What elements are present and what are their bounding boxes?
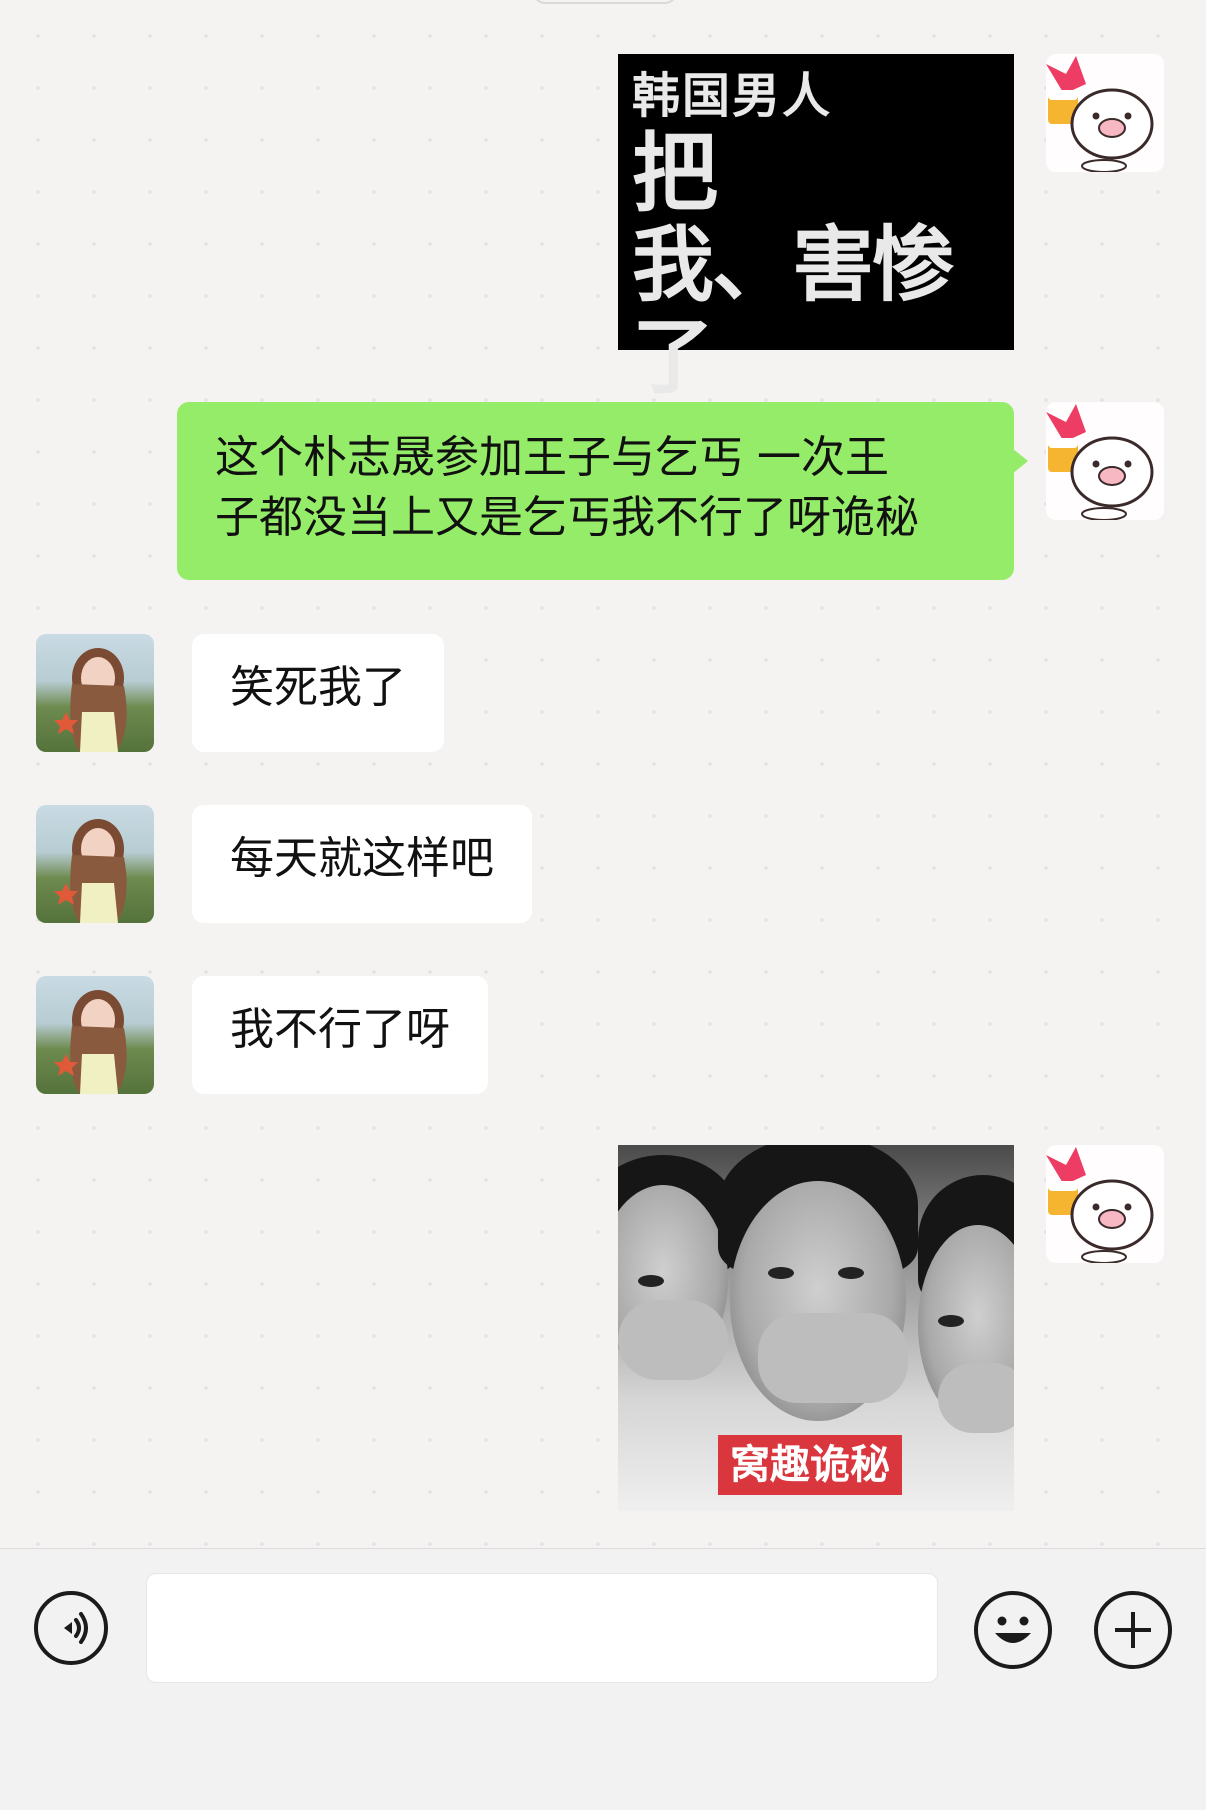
self-avatar-pig-icon[interactable] xyxy=(1046,1145,1164,1263)
self-avatar-pig-icon[interactable] xyxy=(1046,402,1164,520)
emoji-icon[interactable] xyxy=(974,1591,1052,1669)
chat-background xyxy=(0,0,1206,1548)
meme-caption-line-2: 把 xyxy=(632,124,718,224)
incoming-message-bubble[interactable]: 每天就这样吧 xyxy=(192,805,532,923)
message-input[interactable] xyxy=(146,1573,938,1683)
message-text: 每天就这样吧 xyxy=(230,833,494,884)
incoming-message-bubble[interactable]: 我不行了呀 xyxy=(192,976,488,1094)
incoming-message-bubble[interactable]: 笑死我了 xyxy=(192,634,444,752)
contact-avatar[interactable] xyxy=(36,805,154,923)
meme-caption: 窝趣诡秘 xyxy=(718,1435,902,1495)
voice-icon[interactable] xyxy=(34,1591,108,1665)
message-text: 我不行了呀 xyxy=(230,1004,450,1055)
meme-image-1[interactable]: 韩国男人 把 我、害惨了 xyxy=(618,54,1014,404)
scroll-indicator xyxy=(533,0,677,4)
chat-input-bar xyxy=(0,1548,1206,1810)
contact-avatar[interactable] xyxy=(36,976,154,1094)
message-text-line-1: 这个朴志晟参加王子与乞丐 一次王 xyxy=(215,432,889,483)
outgoing-message-bubble[interactable]: 这个朴志晟参加王子与乞丐 一次王 子都没当上又是乞丐我不行了呀诡秘 xyxy=(177,402,1028,580)
self-avatar-pig-icon[interactable] xyxy=(1046,54,1164,172)
meme-caption-line-3: 我、害惨了 xyxy=(632,218,954,405)
message-text-line-2: 子都没当上又是乞丐我不行了呀诡秘 xyxy=(215,492,919,543)
meme-caption-line-1: 韩国男人 xyxy=(632,68,833,124)
message-text: 笑死我了 xyxy=(230,662,406,713)
contact-avatar[interactable] xyxy=(36,634,154,752)
plus-icon[interactable] xyxy=(1094,1591,1172,1669)
meme-image-2[interactable]: 窝趣诡秘 xyxy=(618,1145,1014,1511)
